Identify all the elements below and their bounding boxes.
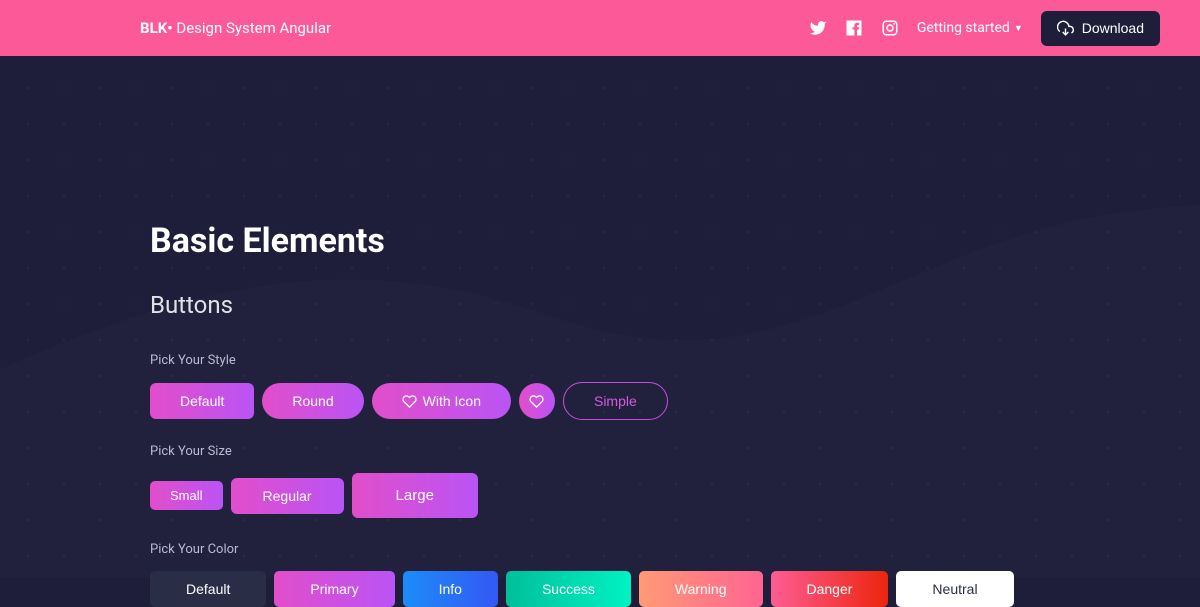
button-large[interactable]: Large <box>352 473 478 518</box>
brand-rest: Design System Angular <box>173 19 331 37</box>
size-row: Small Regular Large <box>150 473 1200 518</box>
brand-strong: BLK• <box>140 19 173 37</box>
getting-started-label: Getting started <box>917 20 1010 36</box>
button-default[interactable]: Default <box>150 383 254 419</box>
chevron-down-icon: ▼ <box>1014 23 1023 34</box>
instagram-icon[interactable] <box>881 19 899 37</box>
getting-started-dropdown[interactable]: Getting started ▼ <box>917 20 1023 36</box>
heart-icon <box>402 394 417 409</box>
button-color-default[interactable]: Default <box>150 571 266 607</box>
size-label: Pick Your Size <box>150 444 1200 459</box>
download-button[interactable]: Download <box>1041 11 1160 46</box>
twitter-icon[interactable] <box>809 19 827 37</box>
button-simple[interactable]: Simple <box>563 382 668 420</box>
brand: BLK• Design System Angular <box>140 19 331 37</box>
facebook-icon[interactable] <box>845 19 863 37</box>
button-color-neutral[interactable]: Neutral <box>896 571 1013 607</box>
button-round[interactable]: Round <box>262 383 363 419</box>
download-label: Download <box>1082 20 1144 36</box>
style-row: Default Round With Icon Simple <box>150 382 1200 420</box>
color-label: Pick Your Color <box>150 542 1200 557</box>
button-regular[interactable]: Regular <box>231 478 344 514</box>
section-title: Buttons <box>150 291 1200 319</box>
heart-icon <box>529 394 544 409</box>
button-small[interactable]: Small <box>150 481 223 510</box>
page-title: Basic Elements <box>150 221 1200 261</box>
button-color-warning[interactable]: Warning <box>639 571 763 607</box>
color-row: Default Primary Info Success Warning Dan… <box>150 571 1200 607</box>
button-color-danger[interactable]: Danger <box>771 571 889 607</box>
button-icon-only[interactable] <box>519 383 555 419</box>
navbar: BLK• Design System Angular Getting start… <box>0 0 1200 56</box>
cloud-download-icon <box>1057 20 1074 37</box>
main-content: Basic Elements Buttons Pick Your Style D… <box>0 56 1200 607</box>
button-with-icon[interactable]: With Icon <box>372 383 511 419</box>
button-color-primary[interactable]: Primary <box>274 571 394 607</box>
with-icon-label: With Icon <box>423 393 481 409</box>
button-color-info[interactable]: Info <box>403 571 498 607</box>
button-color-success[interactable]: Success <box>506 571 631 607</box>
style-label: Pick Your Style <box>150 353 1200 368</box>
nav-right: Getting started ▼ Download <box>809 11 1160 46</box>
